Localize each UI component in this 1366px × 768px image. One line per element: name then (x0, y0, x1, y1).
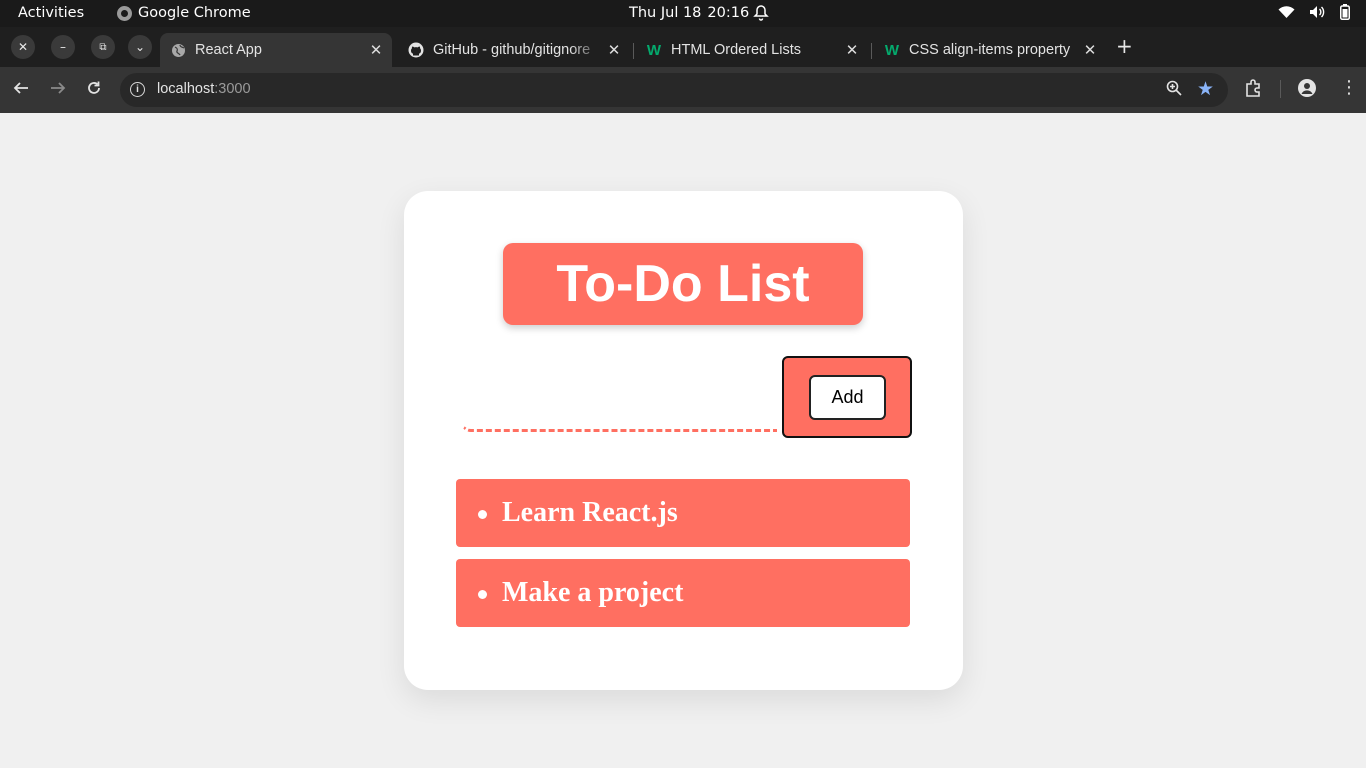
page-viewport: To-Do List Add Learn React.js Make a pro… (0, 113, 1366, 768)
clock-time: 20:16 (707, 5, 750, 21)
address-bar[interactable]: i localhost:3000 ★ (120, 73, 1228, 107)
url-text[interactable]: localhost:3000 (157, 81, 251, 97)
add-button-container: Add (782, 356, 912, 438)
tab-separator (633, 43, 634, 59)
browser-toolbar: i localhost:3000 ★ ⋮ (0, 67, 1366, 113)
app-title: To-Do List (503, 243, 863, 325)
extensions-puzzle-icon[interactable] (1245, 79, 1263, 101)
tab-strip: ✕ – ⧉ ⌄ React App ✕ GitHub - github/giti… (0, 27, 1366, 67)
notification-bell-icon[interactable] (753, 4, 769, 25)
bookmark-star-icon[interactable]: ★ (1197, 78, 1214, 101)
back-arrow-icon[interactable] (13, 80, 29, 101)
close-tab-icon[interactable]: ✕ (842, 41, 862, 59)
todo-item[interactable]: Learn React.js (456, 479, 910, 547)
tab-css-align-items[interactable]: W CSS align-items property ✕ (874, 33, 1106, 67)
tab-separator (871, 43, 872, 59)
toolbar-divider (1280, 80, 1281, 98)
app-menu[interactable]: Google Chrome (117, 5, 251, 21)
activities-button[interactable]: Activities (18, 5, 84, 21)
tab-title: GitHub - github/gitignore (433, 42, 591, 58)
site-info-icon[interactable]: i (130, 82, 145, 97)
globe-icon (170, 42, 186, 58)
tab-title: React App (195, 42, 262, 58)
todo-list: Learn React.js Make a project (456, 479, 910, 639)
todo-item[interactable]: Make a project (456, 559, 910, 627)
restore-window-icon[interactable]: ⧉ (91, 35, 115, 59)
close-window-icon[interactable]: ✕ (11, 35, 35, 59)
kebab-menu-icon[interactable]: ⋮ (1340, 77, 1358, 98)
close-tab-icon[interactable]: ✕ (1080, 41, 1100, 59)
forward-arrow-icon[interactable] (50, 80, 66, 101)
battery-icon (1340, 4, 1350, 24)
tab-search-chevron-icon[interactable]: ⌄ (128, 35, 152, 59)
bullet-dot-icon (478, 589, 487, 599)
tab-html-ordered-lists[interactable]: W HTML Ordered Lists ✕ (636, 33, 868, 67)
tab-github-gitignore[interactable]: GitHub - github/gitignore ✕ (398, 33, 630, 67)
tab-title: HTML Ordered Lists (671, 42, 801, 58)
clock[interactable]: Thu Jul 18 20:16 (629, 5, 749, 21)
zoom-magnifier-icon[interactable] (1166, 80, 1182, 100)
close-tab-icon[interactable]: ✕ (366, 41, 386, 59)
github-icon (408, 42, 424, 58)
system-tray[interactable] (1278, 4, 1350, 24)
tab-react-app[interactable]: React App ✕ (160, 33, 392, 67)
add-button[interactable]: Add (809, 375, 886, 420)
new-tab-plus-icon[interactable]: + (1116, 34, 1133, 58)
todo-input[interactable] (461, 403, 777, 432)
todo-item-text: Make a project (502, 577, 684, 608)
w3schools-icon: W (884, 41, 900, 59)
volume-icon (1309, 5, 1326, 23)
minimize-window-icon[interactable]: – (51, 35, 75, 59)
profile-avatar-icon[interactable] (1298, 79, 1316, 101)
chrome-icon (117, 5, 132, 21)
tab-title: CSS align-items property (909, 42, 1071, 58)
clock-date: Thu Jul 18 (629, 5, 702, 21)
close-tab-icon[interactable]: ✕ (604, 41, 624, 59)
reload-icon[interactable] (86, 80, 102, 101)
todo-item-text: Learn React.js (502, 497, 678, 528)
system-top-bar: Activities Google Chrome Thu Jul 18 20:1… (0, 0, 1366, 27)
url-host: localhost (157, 81, 215, 97)
bullet-dot-icon (478, 509, 487, 519)
wifi-icon (1278, 5, 1295, 23)
w3schools-icon: W (646, 41, 662, 59)
app-name-label: Google Chrome (138, 5, 251, 21)
todo-card: To-Do List Add Learn React.js Make a pro… (404, 191, 963, 690)
url-port: :3000 (214, 81, 251, 97)
